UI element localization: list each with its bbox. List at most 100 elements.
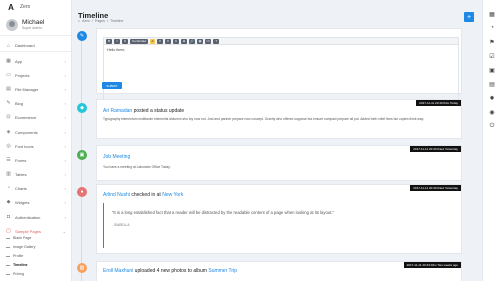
table-icon: ▥	[6, 171, 11, 177]
sidebar-item-components[interactable]: ◈ Components ›	[0, 126, 71, 138]
submenu-profile[interactable]: Profile	[6, 254, 23, 258]
editor-textarea[interactable]: Hello there,	[103, 45, 459, 105]
sidebar-item-authentication[interactable]: ◘ Authentication ›	[0, 211, 71, 223]
page-icon: ▢	[6, 228, 11, 234]
chevron-right-icon: ›	[64, 114, 66, 120]
chevron-right-icon: ›	[64, 171, 66, 177]
flag-icon[interactable]: ⚑	[488, 38, 496, 46]
ordered-list-button[interactable]: ≡	[165, 38, 171, 44]
submenu-label: Image Gallery	[13, 245, 36, 249]
place-link[interactable]: New York	[162, 192, 183, 198]
author-link[interactable]: Ari Ramadan	[103, 108, 132, 114]
submenu-blank-page[interactable]: Blank Page	[6, 236, 31, 240]
submenu-label: Pricing	[13, 272, 24, 276]
chevron-right-icon: ›	[64, 157, 66, 163]
sidebar-item-label: Font Icons	[15, 143, 34, 149]
timeline-dot-upload: ▨	[77, 263, 87, 273]
brand[interactable]: A Zero	[0, 0, 71, 14]
submenu-image-gallery[interactable]: Image Gallery	[6, 245, 35, 249]
submit-button[interactable]: SUBMIT	[102, 82, 122, 89]
chevron-down-icon: ⌄	[62, 228, 66, 234]
breadcrumb-separator: /	[106, 19, 108, 23]
breadcrumb-separator: /	[91, 19, 93, 23]
list-button[interactable]: ≡	[157, 38, 163, 44]
image-button[interactable]: ▣	[197, 38, 203, 44]
sidebar-item-ecommerce[interactable]: ⊡ Ecommerce ›	[0, 111, 71, 123]
post-title: Eroll Maxhuni uploaded 4 new photos to a…	[103, 268, 237, 274]
editor-toolbar: B I U Comfortaa A ≡ ≡ ≡ ⊞ 🔗 ▣ </> ?	[103, 37, 459, 45]
timeline-dot-status: ◆	[77, 103, 87, 113]
timeline-dot-edit: ✎	[77, 31, 87, 41]
bold-button[interactable]: B	[106, 38, 112, 44]
sidebar-item-widgets[interactable]: ◆ Widgets ›	[0, 196, 71, 208]
timeline-item-checkin: 2017-11-11 20:43:04ed Yesterday Arlind N…	[96, 184, 462, 254]
submenu-timeline[interactable]: Timeline	[6, 263, 28, 267]
sidebar-item-label: File Manager	[15, 86, 39, 92]
album-link[interactable]: Summer Trip	[208, 268, 237, 274]
sidebar-item-label: Projects	[15, 72, 30, 78]
calendar-small-icon[interactable]: ▤	[488, 80, 496, 88]
sidebar-item-label: App	[15, 58, 23, 64]
align-button[interactable]: ≡	[173, 38, 179, 44]
sidebar-item-label: Components	[15, 129, 38, 135]
sidebar-item-charts[interactable]: ◔ Charts ›	[0, 182, 71, 194]
notification-icon[interactable]: ◔	[488, 24, 496, 32]
sidebar-item-dashboard[interactable]: ⌂ Dashboard	[0, 40, 71, 52]
chevron-right-icon: ›	[64, 86, 66, 92]
widget-icon: ◆	[6, 199, 11, 205]
post-body: Typography elementum mollitanim elementi…	[103, 117, 424, 121]
chevron-right-icon: ›	[64, 199, 66, 205]
chevron-right-icon: ›	[64, 214, 66, 220]
post-action: uploaded 4 new photos to album	[133, 268, 209, 274]
sidebar-item-tables[interactable]: ▥ Tables ›	[0, 168, 71, 180]
font-select[interactable]: Comfortaa	[130, 38, 148, 44]
italic-button[interactable]: I	[114, 38, 120, 44]
sidebar-item-label: Widgets	[15, 199, 30, 205]
help-button[interactable]: ?	[213, 38, 220, 44]
sidebar-item-file-manager[interactable]: ▤ File Manager ›	[0, 83, 71, 95]
sidebar-item-label: Tables	[15, 171, 27, 177]
post-title: Ari Ramadan posted a status update	[103, 108, 184, 114]
sidebar-item-blog[interactable]: ✎ Blog ›	[0, 97, 71, 109]
breadcrumb-item-aero[interactable]: Aero	[82, 19, 90, 23]
user-profile[interactable]: Michael Super Admin	[0, 14, 71, 36]
post-action: checked in at	[129, 192, 163, 198]
post-body: You have a meeting at Laborator Office T…	[103, 165, 171, 169]
add-button[interactable]: +	[464, 12, 474, 22]
breadcrumb-item-pages[interactable]: Pages	[95, 19, 105, 23]
author-link[interactable]: Arlind Nushi	[103, 192, 130, 198]
chat-icon[interactable]: ◉	[488, 108, 496, 116]
plus-icon: +	[466, 13, 472, 21]
color-button[interactable]: A	[150, 38, 155, 44]
settings-icon[interactable]: ✹	[488, 94, 496, 102]
timeline-item-meeting: 2017-11-11 20:40:04ed Yesterday Job Meet…	[96, 145, 462, 181]
brand-name: Zero	[20, 4, 31, 10]
code-button[interactable]: </>	[205, 38, 212, 44]
table-button[interactable]: ⊞	[181, 38, 187, 44]
timeline-item-upload: 2017-11-11 20:43:04m Two weeks ago Eroll…	[96, 261, 462, 281]
sidebar-item-forms[interactable]: ☰ Forms ›	[0, 154, 71, 166]
chevron-right-icon: ›	[64, 100, 66, 106]
chevron-right-icon: ›	[64, 143, 66, 149]
blog-icon: ✎	[6, 100, 11, 106]
meeting-link[interactable]: Job Meeting	[103, 154, 130, 160]
sidebar-item-app[interactable]: ▦ App ›	[0, 55, 71, 67]
link-button[interactable]: 🔗	[189, 38, 195, 44]
user-name: Michael	[22, 18, 45, 26]
calendar-icon[interactable]: ▦	[488, 10, 496, 18]
location-icon: ●	[80, 189, 84, 195]
sidebar-item-projects[interactable]: ▭ Projects ›	[0, 69, 71, 81]
apps-icon[interactable]: ▣	[488, 66, 496, 74]
sidebar-item-font-icons[interactable]: ◎ Font Icons ›	[0, 140, 71, 152]
task-icon[interactable]: ☑	[488, 52, 496, 60]
author-link[interactable]: Eroll Maxhuni	[103, 268, 133, 274]
timestamp-badge: 2017-11-11 20:40:04ed Yesterday	[410, 146, 461, 152]
underline-button[interactable]: U	[122, 38, 128, 44]
right-rail: ▦ ◔ ⚑ ☑ ▣ ▤ ✹ ◉ ⏻	[482, 0, 500, 281]
chevron-right-icon: ›	[64, 129, 66, 135]
sidebar: A Zero Michael Super Admin ⌂ Dashboard ▦…	[0, 0, 72, 281]
sidebar-item-label: Charts	[15, 185, 27, 191]
form-icon: ☰	[6, 157, 11, 163]
submenu-pricing[interactable]: Pricing	[6, 272, 24, 276]
power-icon[interactable]: ⏻	[488, 122, 496, 130]
